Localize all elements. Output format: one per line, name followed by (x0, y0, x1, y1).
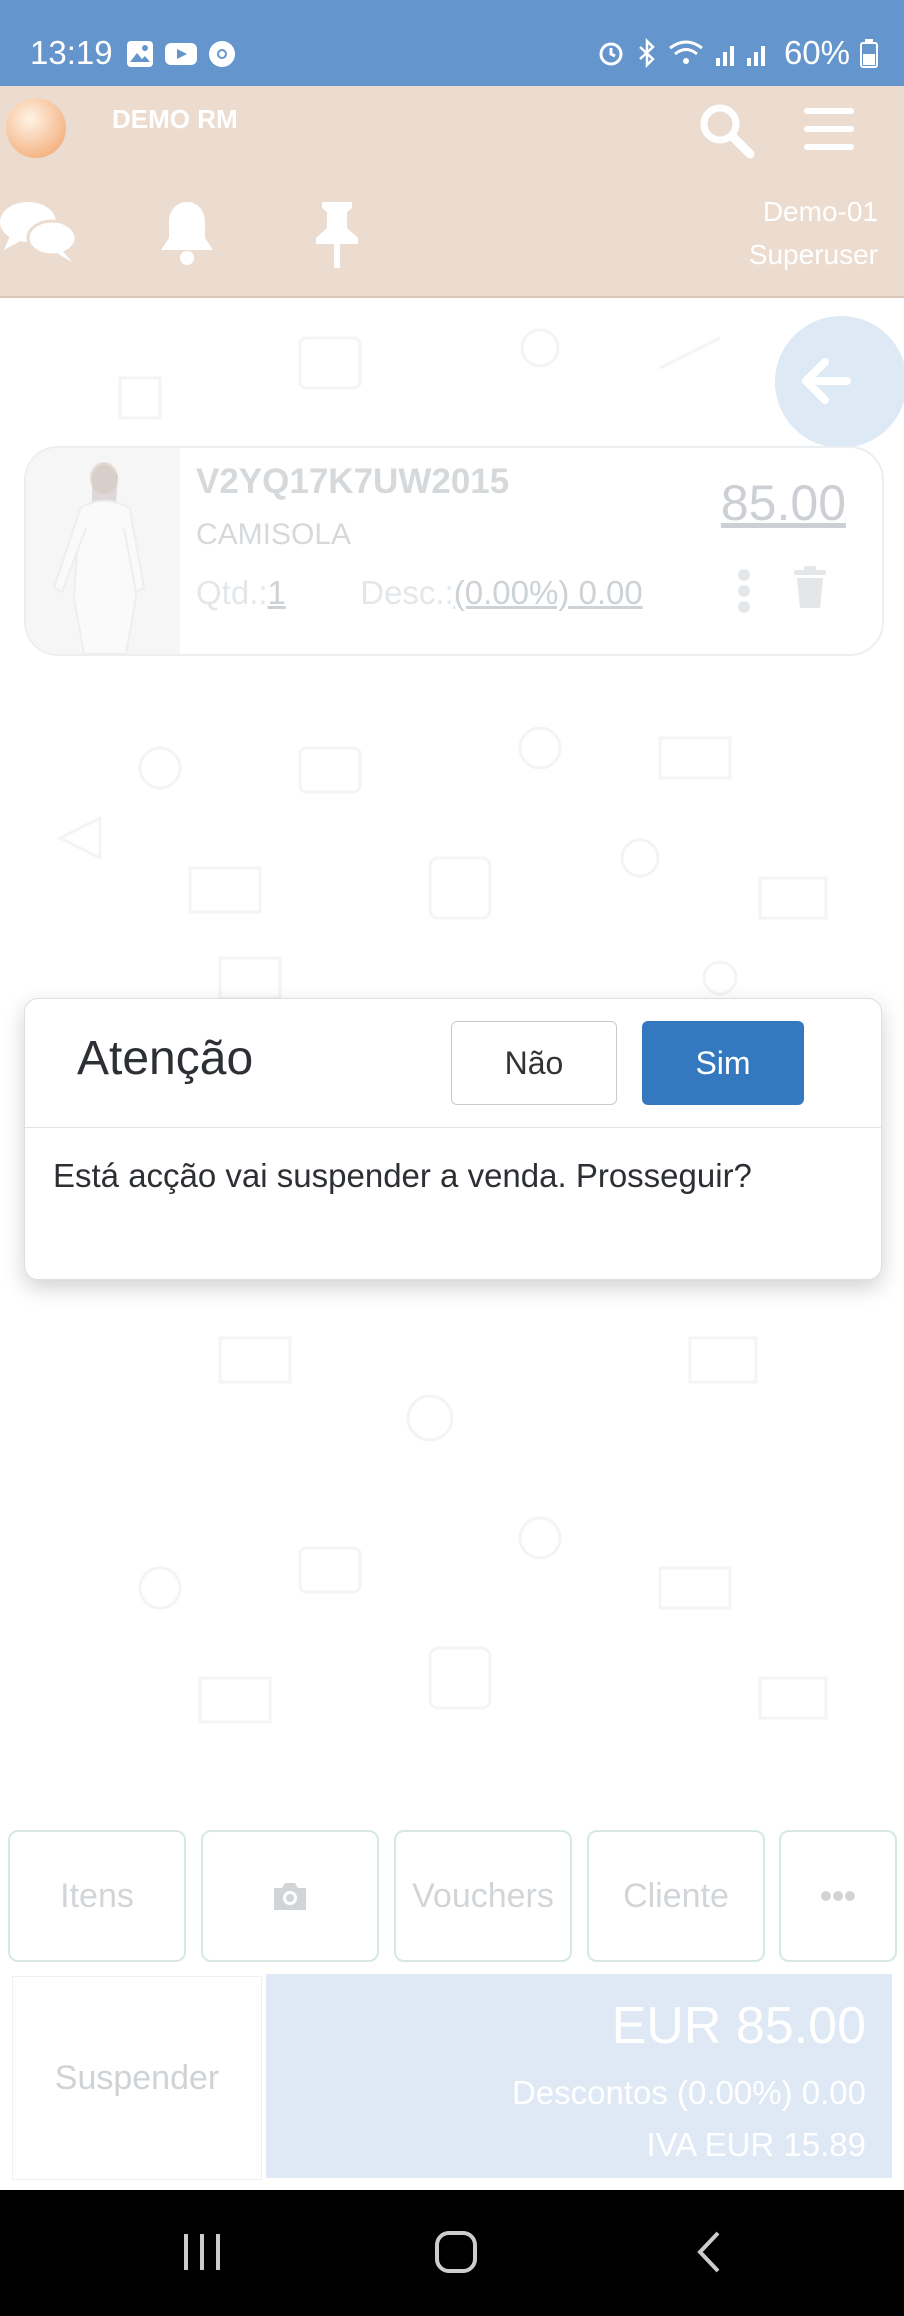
status-bar: 13:19 60% (0, 0, 904, 86)
avatar[interactable] (6, 98, 66, 158)
discount-value[interactable]: (0.00%) 0.00 (454, 574, 643, 611)
menu-icon[interactable] (802, 104, 856, 154)
no-button[interactable]: Não (451, 1021, 617, 1105)
suspend-button[interactable]: Suspender (12, 1976, 262, 2180)
youtube-icon (165, 43, 197, 65)
signal-icon (715, 46, 765, 66)
home-icon[interactable] (434, 2230, 478, 2274)
user-role: Superuser (748, 239, 878, 270)
recent-apps-icon[interactable] (180, 2232, 224, 2272)
qty-value[interactable]: 1 (268, 574, 286, 611)
bottom-tabs: Itens Vouchers Cliente (0, 1830, 904, 1962)
search-icon[interactable] (696, 100, 756, 160)
tab-items[interactable]: Itens (8, 1830, 186, 1962)
total-panel[interactable]: EUR 85.00 Descontos (0.00%) 0.00 IVA EUR… (266, 1974, 892, 2178)
item-thumbnail (26, 448, 180, 654)
gallery-icon (127, 41, 153, 67)
chrome-icon (209, 41, 235, 67)
camera-icon (274, 1883, 306, 1910)
qty-label: Qtd.: (196, 574, 268, 611)
dialog-divider (25, 1127, 881, 1128)
wifi-icon (669, 40, 703, 64)
back-button[interactable] (775, 316, 904, 448)
bluetooth-icon (639, 38, 655, 68)
status-system-icons: 60% (596, 34, 878, 72)
tab-vouchers[interactable]: Vouchers (394, 1830, 572, 1962)
item-details-row: Qtd.:1 Desc.:(0.00%) 0.00 (196, 574, 643, 612)
total-vat: IVA EUR 15.89 (646, 2126, 866, 2163)
tab-more[interactable] (779, 1830, 897, 1962)
chat-icon[interactable] (0, 198, 78, 264)
discount-label: Desc.: (360, 574, 454, 611)
more-icon (821, 1891, 855, 1901)
battery-percent: 60% (783, 34, 850, 71)
back-nav-icon[interactable] (694, 2230, 724, 2274)
company-name: DEMO RM (112, 104, 238, 134)
user-store: Demo-01 (762, 196, 878, 227)
item-photo (52, 462, 146, 654)
item-card[interactable]: V2YQ17K7UW2015 CAMISOLA 85.00 Qtd.:1 Des… (24, 446, 884, 656)
yes-button[interactable]: Sim (642, 1021, 804, 1105)
user-info: Demo-01 Superuser (749, 190, 878, 276)
total-discounts: Descontos (0.00%) 0.00 (511, 2074, 866, 2111)
kebab-icon[interactable] (736, 568, 752, 614)
tab-client[interactable]: Cliente (587, 1830, 765, 1962)
tab-camera[interactable] (201, 1830, 379, 1962)
alarm-icon (599, 42, 623, 66)
pin-icon[interactable] (310, 198, 364, 270)
trash-icon[interactable] (792, 566, 828, 610)
battery-icon (860, 39, 878, 68)
item-price[interactable]: 85.00 (721, 474, 846, 532)
dialog-message: Está acção vai suspender a venda. Prosse… (53, 1157, 752, 1194)
arrow-left-icon (802, 358, 851, 404)
item-name: CAMISOLA (196, 518, 352, 551)
app-header: DEMO RM Demo-01 Superuser (0, 86, 904, 298)
status-notification-icons (126, 40, 236, 68)
status-time: 13:19 (30, 34, 113, 71)
system-nav-bar (0, 2190, 904, 2316)
dialog-title: Atenção (77, 1032, 254, 1085)
item-sku: V2YQ17K7UW2015 (196, 462, 510, 501)
total-amount: EUR 85.00 (611, 1997, 866, 2055)
bell-icon[interactable] (156, 200, 218, 266)
confirm-dialog: Atenção Não Sim Está acção vai suspender… (24, 998, 882, 1280)
